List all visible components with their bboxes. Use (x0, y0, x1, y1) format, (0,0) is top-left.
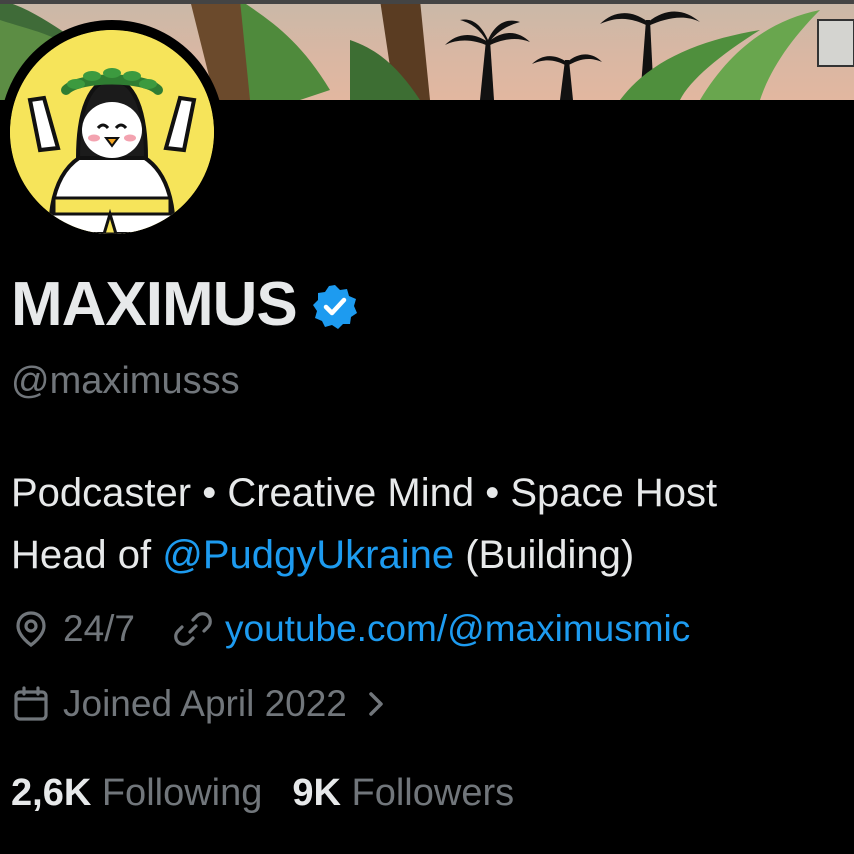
profile-meta-row-2[interactable]: Joined April 2022 (11, 683, 391, 725)
location-pin-icon (16, 611, 46, 647)
bio-mention-link[interactable]: @PudgyUkraine (162, 533, 454, 577)
profile-name-row: MAXIMUS (11, 270, 359, 340)
calendar-icon (14, 686, 48, 721)
profile-bio: Podcaster • Creative Mind • Space Host H… (11, 462, 854, 586)
link-icon (174, 612, 212, 646)
followers-stat[interactable]: 9K Followers (292, 772, 514, 815)
bio-line-2: Head of @PudgyUkraine (Building) (11, 524, 854, 586)
following-count: 2,6K (11, 772, 92, 814)
profile-website-link[interactable]: youtube.com/@maximusmic (225, 608, 690, 650)
followers-label: Followers (351, 772, 515, 814)
profile-location: 24/7 (63, 608, 136, 649)
chevron-right-icon[interactable] (361, 684, 391, 724)
bio-line-2-prefix: Head of (11, 533, 163, 577)
profile-handle: @maximusss (11, 360, 240, 402)
profile-joined-date: Joined April 2022 (63, 683, 347, 724)
profile-meta-row-1: 24/7 youtube.com/@maximusmic (11, 608, 690, 650)
following-stat[interactable]: 2,6K Following (11, 772, 262, 815)
bio-line-2-suffix: (Building) (454, 533, 635, 577)
bio-line-1: Podcaster • Creative Mind • Space Host (11, 471, 718, 515)
avatar[interactable] (10, 30, 214, 234)
verified-badge-icon[interactable] (311, 283, 359, 331)
followers-count: 9K (292, 772, 341, 814)
profile-name: MAXIMUS (11, 270, 298, 339)
following-label: Following (101, 772, 263, 814)
profile-stats: 2,6K Following 9K Followers (11, 772, 514, 815)
